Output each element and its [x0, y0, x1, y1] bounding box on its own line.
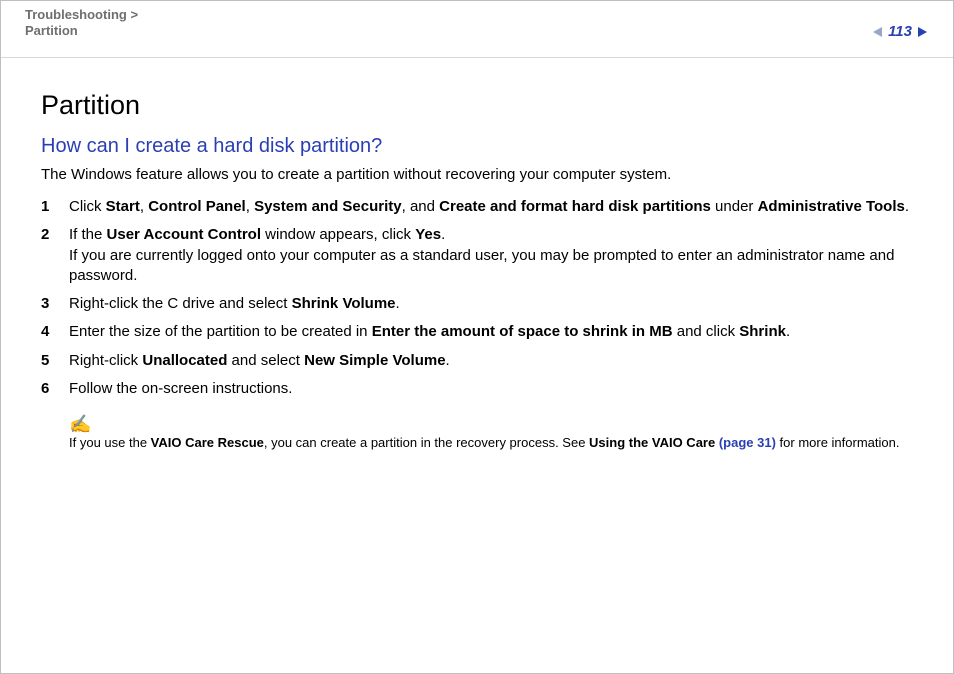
step-text: Enter the size of the partition to be cr…: [69, 323, 372, 340]
step-text: .: [786, 323, 790, 340]
note-bold: VAIO Care Rescue: [151, 435, 264, 450]
ui-label: New Simple Volume: [304, 352, 445, 369]
step-text: .: [446, 352, 450, 369]
page-content: Partition How can I create a hard disk p…: [1, 58, 953, 450]
breadcrumb[interactable]: Troubleshooting > Partition: [25, 7, 929, 40]
note-text: If you use the VAIO Care Rescue, you can…: [69, 435, 913, 450]
prev-page-icon[interactable]: [873, 27, 882, 37]
ui-label: Unallocated: [142, 352, 227, 369]
section-heading: How can I create a hard disk partition?: [41, 135, 913, 158]
step-text: .: [441, 226, 445, 243]
page-header: Troubleshooting > Partition 113: [1, 1, 953, 57]
ui-label: Yes: [415, 226, 441, 243]
step-text: Click: [69, 198, 106, 215]
ui-label: Start: [106, 198, 140, 215]
note-fragment: , you can create a partition in the reco…: [264, 435, 589, 450]
ui-label: Create and format hard disk partitions: [439, 198, 711, 215]
step-text: Right-click: [69, 352, 142, 369]
step-item: Right-click the C drive and select Shrin…: [41, 294, 913, 314]
note-bold: Using the VAIO Care: [589, 435, 719, 450]
ui-label: Enter the amount of space to shrink in M…: [372, 323, 673, 340]
step-text: Follow the on-screen instructions.: [69, 380, 292, 397]
page-number-nav: 113: [873, 23, 927, 40]
step-text: under: [711, 198, 758, 215]
ui-label: Shrink: [739, 323, 786, 340]
step-item: Click Start, Control Panel, System and S…: [41, 197, 913, 217]
page-number: 113: [888, 23, 912, 40]
ui-label: Control Panel: [148, 198, 246, 215]
step-text: .: [905, 198, 909, 215]
step-text: If you are currently logged onto your co…: [69, 247, 894, 284]
ui-label: User Account Control: [107, 226, 261, 243]
step-item: If the User Account Control window appea…: [41, 225, 913, 286]
steps-list: Click Start, Control Panel, System and S…: [41, 197, 913, 399]
page-title: Partition: [41, 90, 913, 121]
step-text: and click: [673, 323, 740, 340]
note-fragment: for more information.: [776, 435, 900, 450]
next-page-icon[interactable]: [918, 27, 927, 37]
ui-label: Shrink Volume: [292, 295, 396, 312]
note-icon: ✍: [69, 415, 913, 433]
step-text: window appears, click: [261, 226, 415, 243]
step-item: Right-click Unallocated and select New S…: [41, 351, 913, 371]
step-text: , and: [402, 198, 440, 215]
step-text: .: [396, 295, 400, 312]
breadcrumb-section[interactable]: Troubleshooting: [25, 7, 127, 22]
step-text: ,: [246, 198, 254, 215]
step-text: If the: [69, 226, 107, 243]
note-link[interactable]: (page 31): [719, 435, 776, 450]
step-text: and select: [227, 352, 304, 369]
step-text: Right-click the C drive and select: [69, 295, 292, 312]
intro-paragraph: The Windows feature allows you to create…: [41, 166, 913, 183]
breadcrumb-separator: >: [127, 7, 138, 22]
note-fragment: If you use the: [69, 435, 151, 450]
note: ✍ If you use the VAIO Care Rescue, you c…: [41, 415, 913, 450]
step-item: Enter the size of the partition to be cr…: [41, 322, 913, 342]
ui-label: Administrative Tools: [758, 198, 905, 215]
step-item: Follow the on-screen instructions.: [41, 379, 913, 399]
step-text: ,: [140, 198, 148, 215]
breadcrumb-page[interactable]: Partition: [25, 23, 78, 38]
ui-label: System and Security: [254, 198, 402, 215]
